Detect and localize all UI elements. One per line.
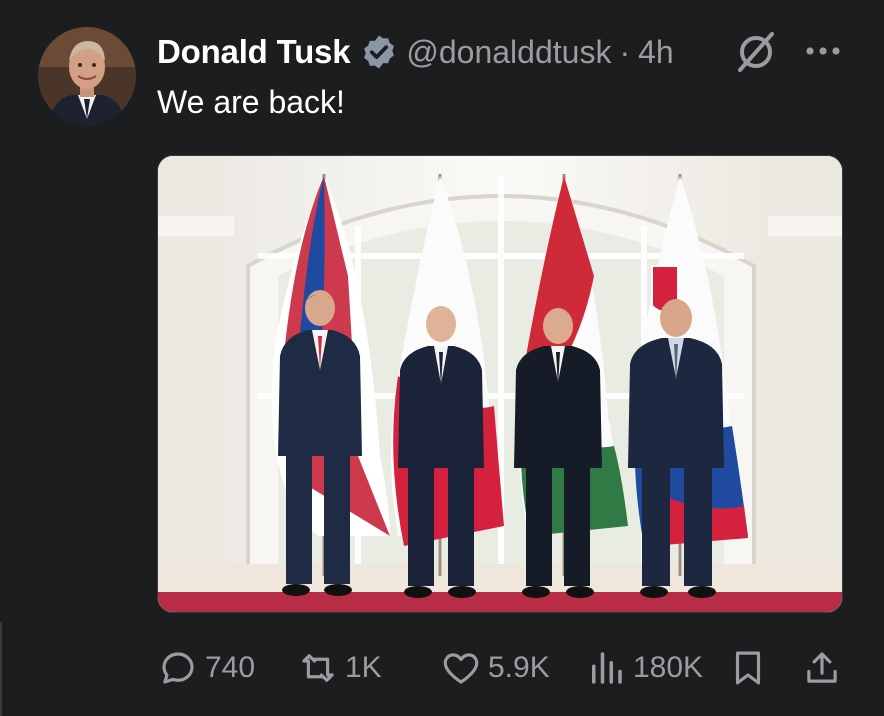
bookmark-button[interactable] [727,642,769,694]
reply-icon [162,652,194,684]
views-button[interactable]: 180K [585,642,703,694]
tweet-media-photo[interactable] [157,155,843,613]
photo-leaders-with-flags [158,156,842,612]
author-name[interactable]: Donald Tusk [157,33,351,71]
like-count: 5.9K [488,651,550,684]
avatar-image [38,27,136,125]
bookmark-icon [735,651,761,685]
separator-dot: · [619,33,631,70]
reply-count: 740 [205,651,256,684]
repost-icon [302,654,334,682]
verified-badge-icon [364,35,395,69]
more-options-icon[interactable] [804,44,842,58]
views-count: 180K [633,651,704,684]
repost-button[interactable]: 1K [297,642,382,694]
like-icon [443,653,479,684]
author-handle[interactable]: @donalddtusk [406,34,611,71]
tweet-text: We are back! [157,84,345,120]
left-rule [0,622,2,716]
tweet-actions-bar: 740 1K 5.9K 180K [157,642,847,694]
timestamp[interactable]: 4h [638,34,674,71]
grok-icon[interactable] [732,28,780,76]
share-button[interactable] [801,642,843,694]
views-icon [592,652,622,684]
reply-button[interactable]: 740 [157,642,255,694]
share-icon [807,652,837,683]
repost-count: 1K [345,651,382,684]
avatar[interactable] [38,27,136,125]
tweet-header: Donald Tusk @donalddtusk · 4h [157,30,674,74]
like-button[interactable]: 5.9K [440,642,550,694]
